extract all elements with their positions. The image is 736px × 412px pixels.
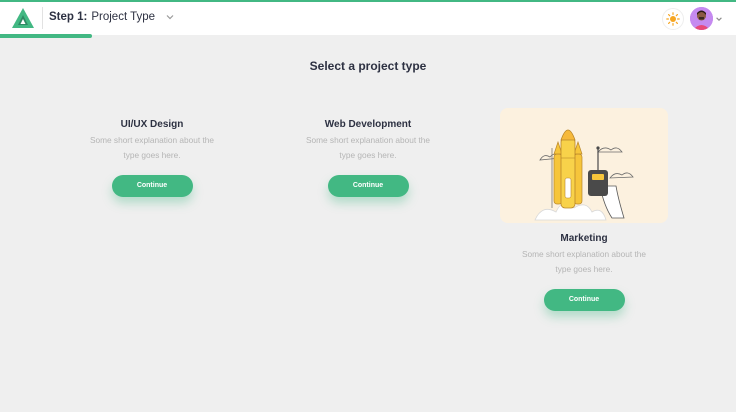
continue-button[interactable]: Continue: [111, 175, 193, 197]
card-description: Some short explanation about the type go…: [521, 249, 647, 274]
step-title: Project Type: [91, 11, 156, 23]
chevron-down-icon: [166, 15, 174, 20]
page-title: Select a project type: [309, 59, 427, 73]
card-title: Marketing: [560, 233, 608, 244]
card-title: UI/UX Design: [120, 119, 184, 130]
user-avatar[interactable]: [690, 7, 713, 30]
chevron-down-icon[interactable]: [715, 15, 723, 23]
card-description: Some short explanation about the type go…: [89, 135, 215, 160]
card-title: Web Development: [324, 119, 412, 130]
continue-button[interactable]: Continue: [327, 175, 409, 197]
step-prefix: Step 1:: [49, 11, 88, 23]
avatar-image: [690, 7, 713, 30]
progress-track: [0, 34, 736, 38]
top-bar: Step 1: Project Type: [0, 0, 736, 35]
project-type-card-uiux[interactable]: UI/UX Design Some short explanation abou…: [68, 119, 236, 197]
project-type-card-web-development[interactable]: Web Development Some short explanation a…: [284, 119, 452, 197]
card-description: Some short explanation about the type go…: [305, 135, 431, 160]
continue-button[interactable]: Continue: [543, 289, 625, 311]
project-type-card-marketing[interactable]: Marketing Some short explanation about t…: [500, 108, 668, 311]
theme-toggle-button[interactable]: [662, 8, 684, 30]
rocket-launch-illustration: [500, 108, 668, 223]
step-selector[interactable]: Step 1: Project Type: [49, 11, 175, 23]
progress-bar: [0, 34, 92, 38]
rocket-illustration: [500, 108, 668, 223]
logo-icon[interactable]: [11, 6, 35, 30]
header-divider: [42, 7, 43, 29]
sun-icon: [666, 12, 680, 26]
